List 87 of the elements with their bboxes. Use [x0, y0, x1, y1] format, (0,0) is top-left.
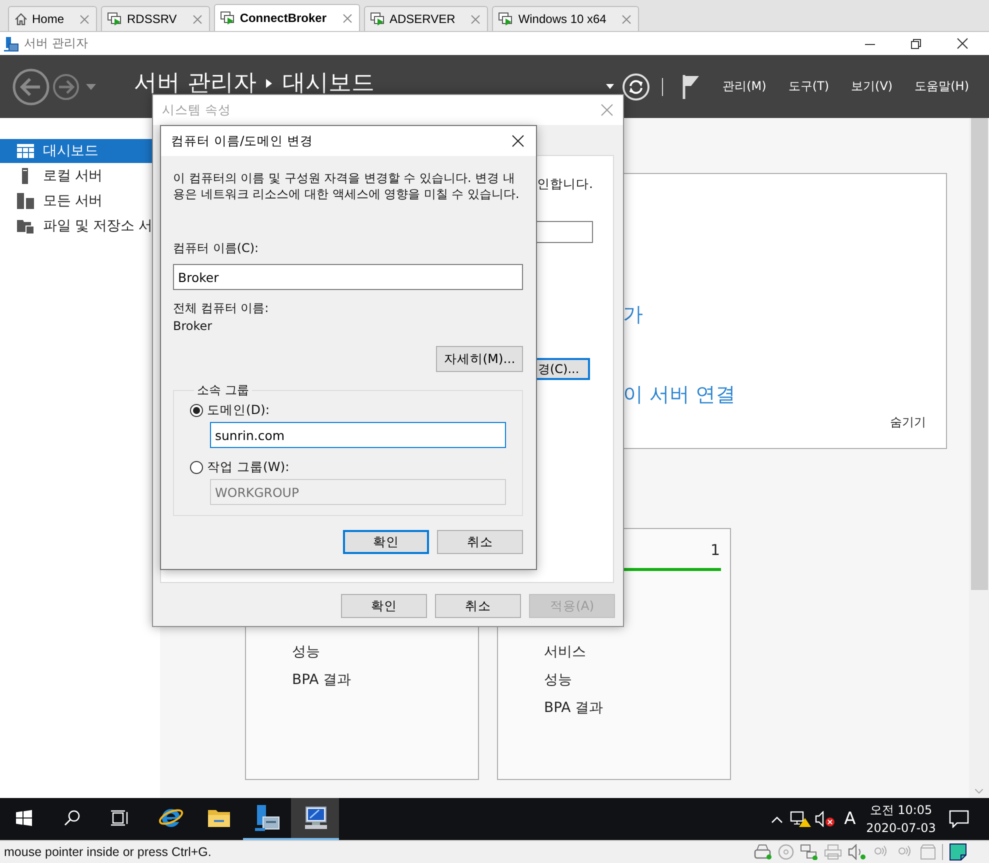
sidebar-item[interactable]: 모든 서버 [0, 189, 160, 213]
grid-icon [17, 144, 34, 158]
tile-item[interactable]: 서비스 [498, 638, 730, 666]
field-label: 컴퓨터 이름(C): [173, 240, 260, 256]
task-view-icon [111, 810, 129, 826]
close-icon [956, 38, 968, 49]
tile-item[interactable]: 성능 [246, 638, 478, 666]
restore-icon [911, 38, 921, 48]
speaker-icon[interactable] [848, 844, 866, 860]
dialog-button[interactable]: 취소 [435, 594, 521, 618]
more-button[interactable]: 자세히(M)... [436, 346, 523, 372]
dialog-button[interactable]: 확인 [343, 530, 429, 554]
note-icon[interactable] [949, 843, 967, 861]
status-text: mouse pointer inside or press Ctrl+G. [4, 845, 212, 859]
hide-link[interactable]: 숨기기 [890, 414, 926, 431]
vm-tab[interactable]: ADSERVER [364, 6, 488, 31]
clock-time[interactable]: 오전 10:05 [870, 801, 932, 819]
menu-item[interactable]: 도움말(H) [914, 78, 969, 95]
notification-icon[interactable] [949, 810, 969, 828]
chevron-up-icon[interactable] [771, 816, 783, 822]
dialog-button[interactable]: 확인 [341, 594, 427, 618]
group-label: 소속 그룹 [196, 382, 250, 399]
close-icon [80, 14, 90, 24]
chevron-right-icon [266, 78, 272, 88]
menu-item[interactable]: 도구(T) [788, 78, 830, 95]
link[interactable]: 이 서버 연결 [623, 381, 926, 407]
close-icon [601, 104, 613, 116]
description-text: 이 컴퓨터의 이름 및 구성원 자격을 변경할 수 있습니다. 변경 내용은 네트워크 리소스에 대한 액세스에 영향을 미칠 수 있습니다. [173, 170, 520, 202]
servers-icon [17, 193, 34, 209]
partial-text: 인합니다. [537, 176, 594, 193]
link[interactable]: 가 [623, 301, 926, 327]
server-count: 1 [710, 541, 720, 559]
vm-tab[interactable]: RDSSRV [101, 6, 210, 31]
radio-label[interactable]: 도메인(D): [207, 402, 270, 419]
clock-date[interactable]: 2020-07-03 [866, 819, 936, 837]
menu-item[interactable]: 관리(M) [722, 78, 766, 95]
text-field[interactable]: sunrin.com [210, 422, 506, 448]
close-icon [512, 135, 524, 147]
sidebar-item[interactable]: 파일 및 저장소 서 [0, 214, 160, 238]
home-icon [14, 12, 28, 26]
network-warning-icon[interactable] [790, 810, 812, 828]
close-icon [471, 14, 480, 24]
close-icon [342, 14, 352, 22]
server-manager-icon [3, 36, 19, 52]
menu-item[interactable]: 보기(V) [851, 78, 893, 95]
computer-name-field[interactable]: Broker [173, 264, 523, 290]
start-icon [16, 810, 32, 826]
tile-item[interactable]: 성능 [498, 666, 730, 694]
radio-button[interactable] [190, 461, 203, 474]
network-icon[interactable] [800, 844, 818, 860]
folder-icon [207, 808, 231, 828]
input-mode-indicator[interactable]: A [839, 809, 861, 829]
search-icon [64, 810, 80, 826]
radio-label[interactable]: 작업 그룹(W): [207, 459, 290, 476]
hard-disk-icon[interactable] [754, 844, 772, 860]
server-box-icon [254, 804, 280, 832]
radio-button[interactable] [190, 404, 203, 417]
text-field[interactable] [537, 221, 593, 243]
caret-icon[interactable] [606, 84, 614, 89]
tile-item[interactable]: BPA 결과 [246, 666, 478, 694]
vm-tab[interactable]: Windows 10 x64 [492, 6, 640, 31]
dialog-title: 컴퓨터 이름/도메인 변경 [171, 132, 314, 150]
speaker-muted-icon[interactable] [815, 811, 835, 827]
monitor-play-icon [370, 12, 386, 26]
window-title: 서버 관리자 [24, 35, 88, 52]
field-label: 전체 컴퓨터 이름: [173, 300, 270, 316]
monitor-play-icon [107, 12, 124, 26]
back-icon[interactable] [12, 68, 50, 106]
full-name-text: Broker [173, 318, 214, 334]
tile-item[interactable]: BPA 결과 [498, 694, 730, 722]
vm-tab[interactable]: ConnectBroker [214, 4, 360, 31]
scrollbar-thumb[interactable] [970, 118, 988, 590]
sidebar-item[interactable]: 로컬 서버 [0, 164, 160, 188]
change-button[interactable]: 경(C)... [537, 358, 590, 380]
folder-icon [17, 218, 34, 234]
dialog-button[interactable]: 취소 [437, 530, 523, 554]
taskbar-app[interactable] [291, 798, 339, 840]
close-icon [192, 14, 202, 24]
vm-tab[interactable]: Home [8, 6, 98, 31]
dialog-title: 시스템 속성 [162, 102, 231, 118]
refresh-icon[interactable] [622, 72, 650, 100]
flag-icon[interactable] [680, 74, 701, 100]
breadcrumb-item[interactable]: 서버 관리자 [134, 72, 256, 94]
breadcrumb-item: 대시보드 [282, 72, 374, 94]
monitor-play-icon [498, 12, 514, 26]
monitor-play-icon [220, 11, 236, 25]
close-icon [622, 14, 632, 24]
